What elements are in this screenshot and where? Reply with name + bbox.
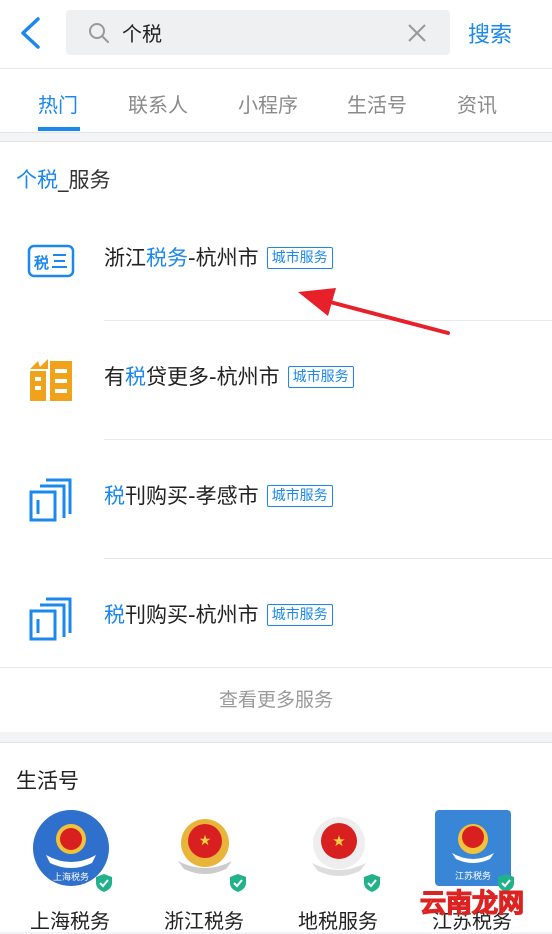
life-account-item[interactable]: ★ 地税服务	[278, 805, 398, 933]
verified-badge-icon	[96, 874, 112, 892]
account-name: 地税服务	[298, 909, 378, 933]
life-account-item[interactable]: ★ 浙江税务	[144, 805, 264, 933]
life-account-item[interactable]: 上海税务 上海税务	[10, 805, 130, 933]
section-title: 生活号	[16, 769, 79, 793]
account-name: 浙江税务	[164, 909, 244, 933]
account-name: 上海税务	[30, 909, 110, 933]
watermark-logo: 云南龙网	[419, 888, 524, 919]
svg-text:★: ★	[332, 832, 345, 850]
watermark-text: 云南龙网	[420, 889, 524, 919]
emblem-caption: 上海税务	[53, 871, 89, 883]
svg-text:★: ★	[199, 833, 212, 849]
verified-badge-icon	[230, 874, 246, 892]
verified-badge-icon	[364, 874, 380, 892]
